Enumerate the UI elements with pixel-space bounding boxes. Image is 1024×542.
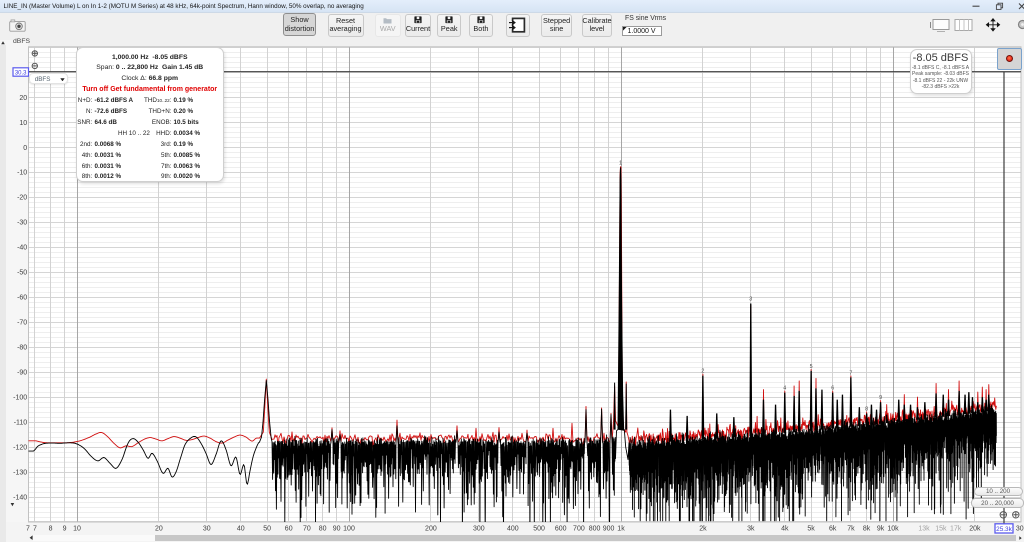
svg-text:8: 8 bbox=[49, 526, 53, 533]
svg-text:300: 300 bbox=[473, 526, 485, 533]
svg-text:10: 10 bbox=[73, 526, 81, 533]
svg-text:1k: 1k bbox=[617, 526, 625, 533]
svg-text:600: 600 bbox=[555, 526, 567, 533]
svg-text:8: 8 bbox=[865, 406, 868, 412]
svg-text:8k: 8k bbox=[863, 526, 871, 533]
svg-text:7k: 7k bbox=[847, 526, 855, 533]
svg-text:-10: -10 bbox=[17, 170, 27, 177]
svg-text:-30: -30 bbox=[17, 220, 27, 227]
svg-text:7: 7 bbox=[26, 526, 30, 533]
svg-text:700: 700 bbox=[573, 526, 585, 533]
svg-text:2k: 2k bbox=[699, 526, 707, 533]
svg-text:2: 2 bbox=[701, 369, 704, 375]
svg-text:800: 800 bbox=[589, 526, 601, 533]
svg-text:-60: -60 bbox=[17, 295, 27, 302]
svg-text:9: 9 bbox=[879, 395, 882, 401]
svg-text:-80: -80 bbox=[17, 345, 27, 352]
svg-text:17k: 17k bbox=[950, 526, 962, 533]
svg-text:200: 200 bbox=[425, 526, 437, 533]
svg-text:30.3: 30.3 bbox=[15, 71, 27, 77]
svg-text:20: 20 bbox=[155, 526, 163, 533]
svg-text:7: 7 bbox=[849, 370, 852, 376]
svg-text:90: 90 bbox=[333, 526, 341, 533]
svg-text:40: 40 bbox=[237, 526, 245, 533]
svg-text:20k: 20k bbox=[969, 526, 981, 533]
svg-text:-120: -120 bbox=[13, 445, 27, 452]
svg-text:9k: 9k bbox=[877, 526, 885, 533]
svg-text:4k: 4k bbox=[781, 526, 789, 533]
svg-text:30k: 30k bbox=[1016, 526, 1024, 533]
svg-text:3: 3 bbox=[749, 297, 752, 303]
svg-text:50: 50 bbox=[263, 526, 271, 533]
svg-text:70: 70 bbox=[303, 526, 311, 533]
svg-text:100: 100 bbox=[343, 526, 355, 533]
svg-text:25.3k: 25.3k bbox=[996, 526, 1012, 533]
svg-text:500: 500 bbox=[533, 526, 545, 533]
svg-text:-130: -130 bbox=[13, 469, 27, 476]
svg-text:5k: 5k bbox=[807, 526, 815, 533]
svg-text:400: 400 bbox=[507, 526, 519, 533]
svg-text:30: 30 bbox=[203, 526, 211, 533]
svg-text:6k: 6k bbox=[829, 526, 837, 533]
svg-text:7: 7 bbox=[33, 526, 37, 533]
svg-text:4: 4 bbox=[783, 386, 786, 392]
svg-text:-90: -90 bbox=[17, 370, 27, 377]
svg-text:20: 20 bbox=[19, 95, 27, 102]
svg-text:-70: -70 bbox=[17, 320, 27, 327]
svg-text:0: 0 bbox=[23, 145, 27, 152]
svg-text:-140: -140 bbox=[13, 494, 27, 501]
svg-text:1: 1 bbox=[619, 161, 622, 167]
svg-text:3k: 3k bbox=[747, 526, 755, 533]
svg-text:-50: -50 bbox=[17, 270, 27, 277]
svg-text:900: 900 bbox=[603, 526, 615, 533]
svg-text:13k: 13k bbox=[918, 526, 930, 533]
svg-text:10k: 10k bbox=[887, 526, 899, 533]
svg-text:5: 5 bbox=[810, 364, 813, 370]
svg-text:9: 9 bbox=[63, 526, 67, 533]
svg-text:80: 80 bbox=[319, 526, 327, 533]
svg-text:10: 10 bbox=[19, 120, 27, 127]
svg-text:-100: -100 bbox=[13, 395, 27, 402]
svg-text:6: 6 bbox=[831, 386, 834, 392]
svg-text:-40: -40 bbox=[17, 245, 27, 252]
svg-text:60: 60 bbox=[285, 526, 293, 533]
svg-text:15k: 15k bbox=[935, 526, 947, 533]
svg-text:-110: -110 bbox=[14, 420, 28, 427]
svg-text:-20: -20 bbox=[17, 195, 27, 202]
